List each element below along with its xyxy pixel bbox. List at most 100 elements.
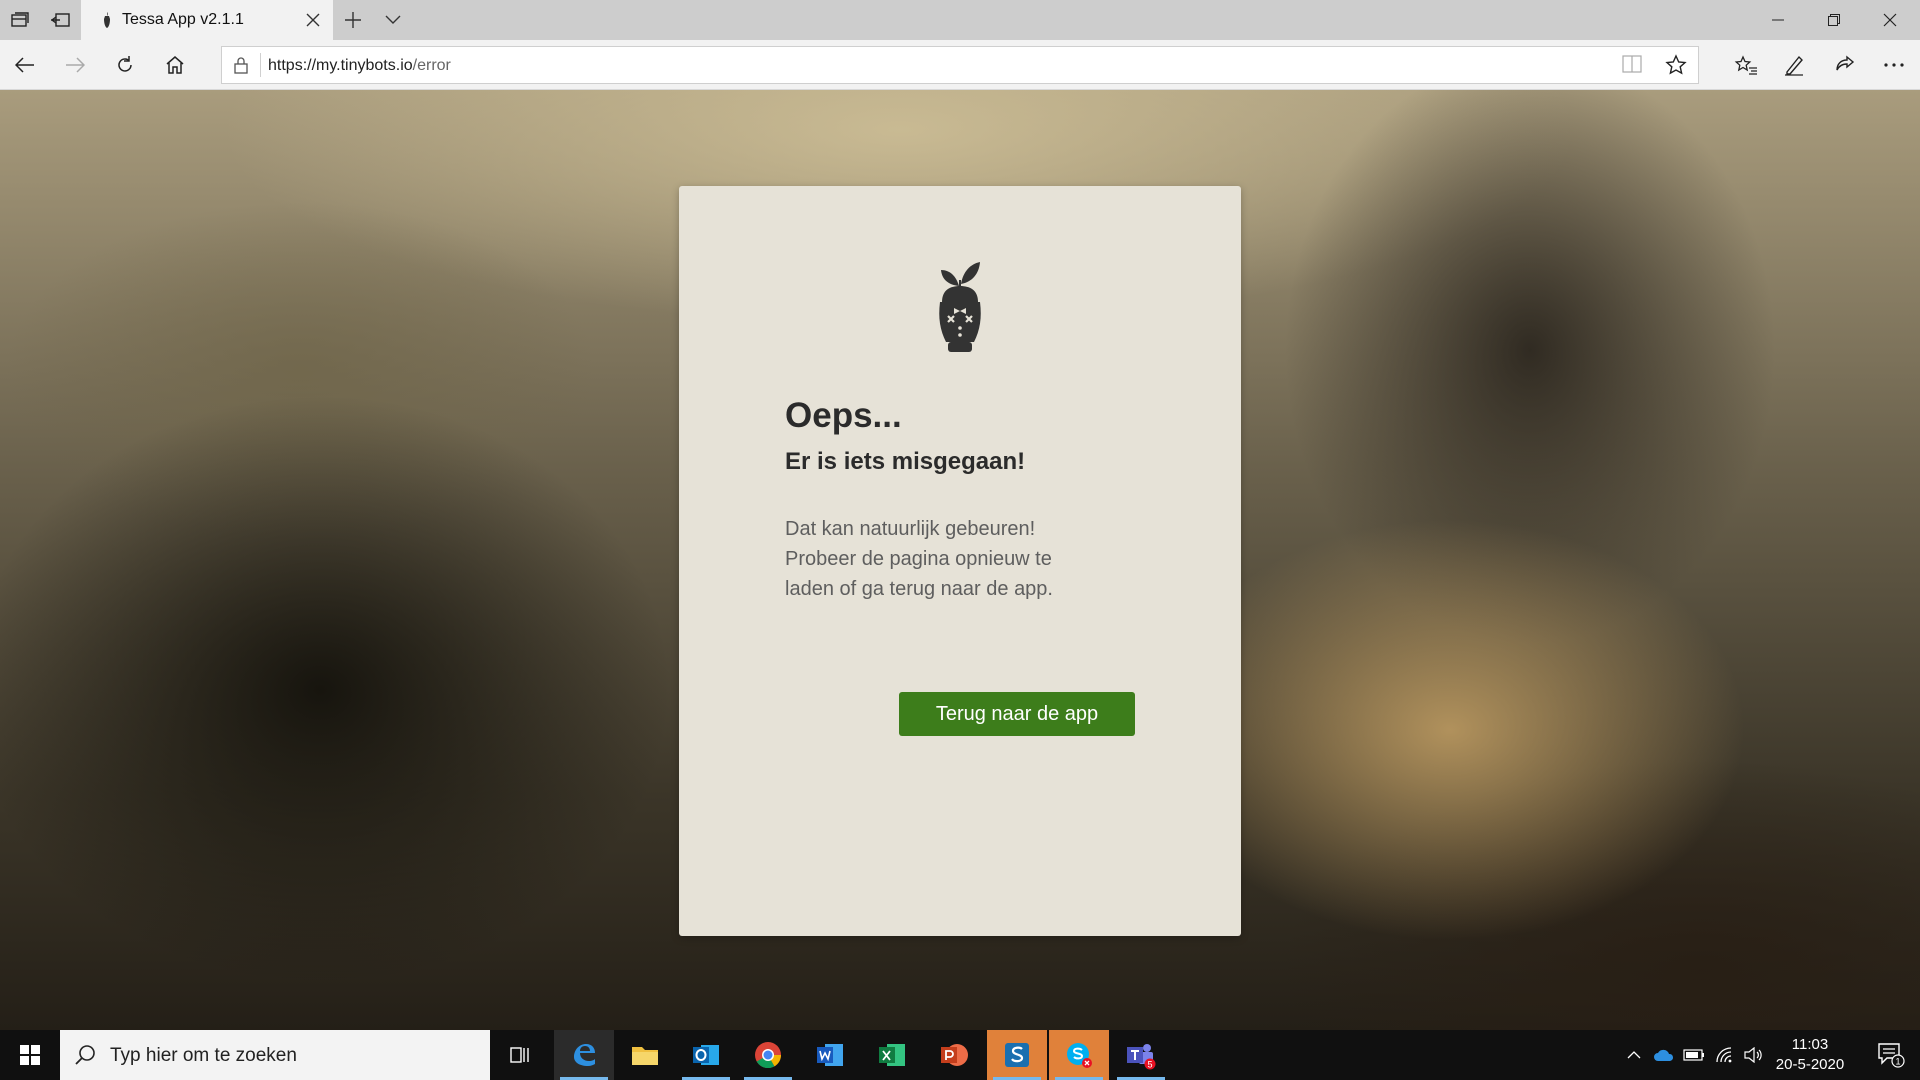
restore-icon [1828,14,1840,26]
forward-arrow-icon [66,57,85,73]
action-center-button[interactable]: 1 [1862,1030,1920,1080]
taskbar-edge[interactable] [554,1030,614,1080]
restore-button[interactable] [1806,0,1862,40]
tab-title: Tessa App v2.1.1 [122,11,244,28]
taskbar-skype[interactable] [1049,1030,1109,1080]
chevron-down-icon [385,15,401,24]
star-icon [1665,54,1687,75]
taskbar-powerpoint[interactable] [924,1030,984,1080]
tessa-robot-icon [939,262,981,352]
add-favorite-button[interactable] [1665,54,1687,81]
search-placeholder: Typ hier om te zoeken [110,1045,297,1066]
teams-badge-count: 5 [1147,1060,1152,1070]
notification-icon: 1 [1878,1043,1905,1068]
chrome-icon [755,1042,782,1069]
lock-icon [234,57,248,74]
clock-time: 11:03 [1791,1036,1829,1053]
tab-bar: Tessa App v2.1.1 [0,0,1920,40]
web-note-button[interactable] [1774,45,1814,85]
reading-view-button[interactable] [1622,55,1642,78]
notification-count: 1 [1895,1057,1900,1067]
set-aside-icon [50,13,70,27]
teams-icon: 5 [1127,1044,1156,1070]
outlook-icon [693,1045,719,1065]
volume-tray-button[interactable] [1740,1030,1768,1080]
wifi-icon [1716,1047,1732,1063]
tab-preview-button[interactable] [373,0,413,40]
error-message: Dat kan natuurlijk gebeuren! Probeer de … [785,514,1125,604]
network-tray-button[interactable] [1711,1030,1739,1080]
taskbar-excel[interactable] [862,1030,922,1080]
new-tab-button[interactable] [333,0,373,40]
speaker-icon [1744,1047,1762,1063]
error-message-line: Dat kan natuurlijk gebeuren! [785,518,1036,540]
minimize-button[interactable] [1750,0,1806,40]
taskbar-sway[interactable] [987,1030,1047,1080]
onedrive-tray-button[interactable] [1650,1030,1678,1080]
windows-logo-icon [20,1045,40,1065]
close-icon [1883,13,1897,27]
reading-view-icon [1622,55,1642,73]
error-subheading: Er is iets misgegaan! [785,448,1026,475]
battery-tray-button[interactable] [1680,1030,1708,1080]
tabs-aside-icon [11,12,29,27]
active-tab[interactable]: Tessa App v2.1.1 [81,0,333,40]
back-to-app-button[interactable]: Terug naar de app [899,692,1135,736]
taskbar-teams[interactable]: 5 [1111,1030,1171,1080]
more-button[interactable] [1874,45,1914,85]
show-hidden-icons-button[interactable] [1620,1030,1648,1080]
word-icon [817,1044,843,1066]
edge-icon [574,1044,595,1066]
task-view-button[interactable] [490,1030,550,1080]
pen-icon [1785,55,1803,76]
taskbar-outlook[interactable] [676,1030,736,1080]
favorites-list-icon [1734,55,1757,75]
error-message-line: laden of ga terug naar de app. [785,578,1053,600]
back-button[interactable] [5,45,45,85]
tab-manager-button[interactable] [0,0,40,40]
back-arrow-icon [15,57,34,73]
share-icon [1836,55,1855,71]
error-heading: Oeps... [785,396,902,435]
minimize-icon [1772,19,1784,21]
set-tabs-aside-button[interactable] [40,0,80,40]
battery-icon [1683,1049,1704,1061]
windows-taskbar: Typ hier om te zoeken 5 11:03 20-5-2020 … [0,1030,1920,1080]
sway-icon [1005,1043,1029,1067]
address-separator [260,53,261,77]
taskbar-search-box[interactable]: Typ hier om te zoeken [60,1030,490,1080]
search-icon [75,1045,95,1065]
navigation-bar: https://my.tinybots.io/error [0,40,1920,90]
task-view-icon [510,1047,529,1063]
taskbar-file-explorer[interactable] [615,1030,675,1080]
close-window-button[interactable] [1862,0,1918,40]
close-icon [306,13,320,27]
taskbar-clock[interactable]: 11:03 20-5-2020 [1772,1035,1848,1075]
excel-icon [879,1044,905,1066]
plus-icon [345,12,361,28]
clock-date: 20-5-2020 [1775,1056,1845,1073]
taskbar-word[interactable] [800,1030,860,1080]
tab-close-button[interactable] [301,8,325,32]
url-path: /error [412,57,451,74]
chevron-up-icon [1627,1051,1641,1059]
favorites-hub-button[interactable] [1726,45,1766,85]
onedrive-cloud-icon [1654,1049,1674,1061]
error-card: Oeps... Er is iets misgegaan! Dat kan na… [679,186,1241,936]
taskbar-chrome[interactable] [738,1030,798,1080]
home-icon [166,56,184,74]
refresh-icon [118,56,132,72]
more-dots-icon [1884,63,1904,67]
address-bar[interactable]: https://my.tinybots.io/error [221,46,1699,84]
blurred-background: Oeps... Er is iets misgegaan! Dat kan na… [0,90,1920,1030]
powerpoint-icon [941,1044,968,1066]
url-text[interactable]: https://my.tinybots.io/error [268,57,451,75]
forward-button[interactable] [55,45,95,85]
tessa-favicon-icon [104,12,110,28]
start-button[interactable] [0,1030,60,1080]
refresh-button[interactable] [105,45,145,85]
error-message-line: Probeer de pagina opnieuw te [785,548,1052,570]
home-button[interactable] [155,45,195,85]
skype-icon [1067,1043,1092,1068]
share-button[interactable] [1824,45,1864,85]
